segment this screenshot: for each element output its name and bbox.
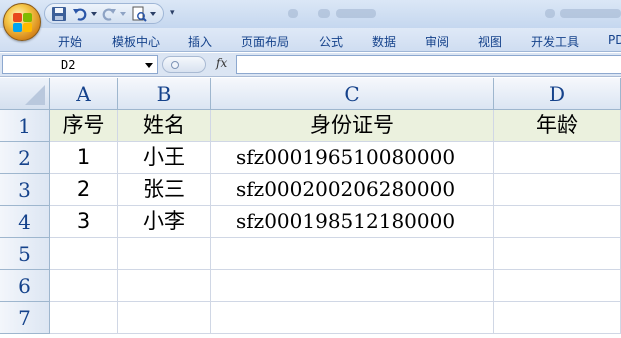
select-all-corner[interactable] [0, 78, 50, 110]
name-box-value: D2 [61, 58, 76, 72]
cell-d7[interactable] [494, 302, 621, 334]
cell-d6[interactable] [494, 270, 621, 302]
cell-b4[interactable]: 小李 [118, 206, 211, 238]
formula-bar-resize-handle[interactable] [162, 56, 206, 73]
tab-home[interactable]: 开始 [58, 33, 82, 50]
blurred-title-fragment [545, 9, 555, 18]
blurred-title-fragment [288, 9, 298, 18]
tab-data[interactable]: 数据 [372, 33, 396, 50]
blurred-title-fragment [336, 9, 376, 18]
cell-b6[interactable] [118, 270, 211, 302]
tab-template-center[interactable]: 模板中心 [112, 33, 160, 50]
cell-a7[interactable] [50, 302, 118, 334]
insert-function-icon[interactable]: fx [216, 56, 227, 70]
tab-formulas[interactable]: 公式 [319, 33, 343, 50]
column-header-c[interactable]: C [211, 78, 494, 110]
office-button[interactable] [3, 3, 41, 41]
row-header-6[interactable]: 6 [0, 270, 50, 302]
cell-b1[interactable]: 姓名 [118, 110, 211, 142]
cell-d3[interactable] [494, 174, 621, 206]
cell-c3[interactable]: sfz000200206280000 [211, 174, 494, 206]
cell-b7[interactable] [118, 302, 211, 334]
row-header-2[interactable]: 2 [0, 142, 50, 174]
row-header-5[interactable]: 5 [0, 238, 50, 270]
cell-d2[interactable] [494, 142, 621, 174]
cell-b5[interactable] [118, 238, 211, 270]
cell-d1[interactable]: 年龄 [494, 110, 621, 142]
cell-a5[interactable] [50, 238, 118, 270]
name-box-dropdown-icon[interactable] [145, 63, 153, 68]
cell-a3[interactable]: 2 [50, 174, 118, 206]
customize-toolbar-icon[interactable]: ▾ [170, 8, 175, 18]
tab-pdf[interactable]: PD [608, 33, 621, 47]
cell-c6[interactable] [211, 270, 494, 302]
cell-c2[interactable]: sfz000196510080000 [211, 142, 494, 174]
cell-c7[interactable] [211, 302, 494, 334]
undo-icon[interactable] [72, 6, 88, 22]
cell-d4[interactable] [494, 206, 621, 238]
handle-dot-icon [171, 61, 179, 69]
quick-access-toolbar [44, 3, 164, 24]
tab-review[interactable]: 审阅 [425, 33, 449, 50]
tab-page-layout[interactable]: 页面布局 [241, 33, 289, 50]
row-header-7[interactable]: 7 [0, 302, 50, 334]
column-header-a[interactable]: A [50, 78, 118, 110]
office-logo-icon [13, 13, 33, 33]
tab-insert[interactable]: 插入 [188, 33, 212, 50]
row-header-1[interactable]: 1 [0, 110, 50, 142]
redo-dropdown-icon[interactable] [120, 12, 126, 16]
undo-dropdown-icon[interactable] [91, 12, 97, 16]
save-icon[interactable] [51, 6, 67, 22]
cell-c5[interactable] [211, 238, 494, 270]
cell-b3[interactable]: 张三 [118, 174, 211, 206]
cell-c4[interactable]: sfz000198512180000 [211, 206, 494, 238]
cell-a6[interactable] [50, 270, 118, 302]
redo-icon[interactable] [101, 6, 117, 22]
column-header-d[interactable]: D [494, 78, 621, 110]
formula-bar: D2 fx [0, 53, 621, 77]
print-dropdown-icon[interactable] [150, 12, 156, 16]
cell-a2[interactable]: 1 [50, 142, 118, 174]
cell-d5[interactable] [494, 238, 621, 270]
row-header-3[interactable]: 3 [0, 174, 50, 206]
cell-a4[interactable]: 3 [50, 206, 118, 238]
spreadsheet-grid: A B C D 1 2 3 4 5 6 7 序号 姓名 身份证号 年龄 1 小王… [0, 78, 621, 338]
row-header-4[interactable]: 4 [0, 206, 50, 238]
ribbon-tab-bar: 开始 模板中心 插入 页面布局 公式 数据 审阅 视图 开发工具 PD [0, 28, 621, 52]
cell-a1[interactable]: 序号 [50, 110, 118, 142]
select-all-icon [25, 85, 45, 105]
tab-view[interactable]: 视图 [478, 33, 502, 50]
cell-b2[interactable]: 小王 [118, 142, 211, 174]
cell-c1[interactable]: 身份证号 [211, 110, 494, 142]
tab-developer[interactable]: 开发工具 [531, 33, 579, 50]
column-header-b[interactable]: B [118, 78, 211, 110]
name-box[interactable]: D2 [2, 55, 158, 74]
print-preview-icon[interactable] [131, 6, 147, 22]
blurred-title-fragment [560, 9, 621, 18]
blurred-title-fragment [318, 9, 330, 18]
title-bar: ▾ [0, 0, 621, 28]
formula-input[interactable] [236, 55, 621, 74]
